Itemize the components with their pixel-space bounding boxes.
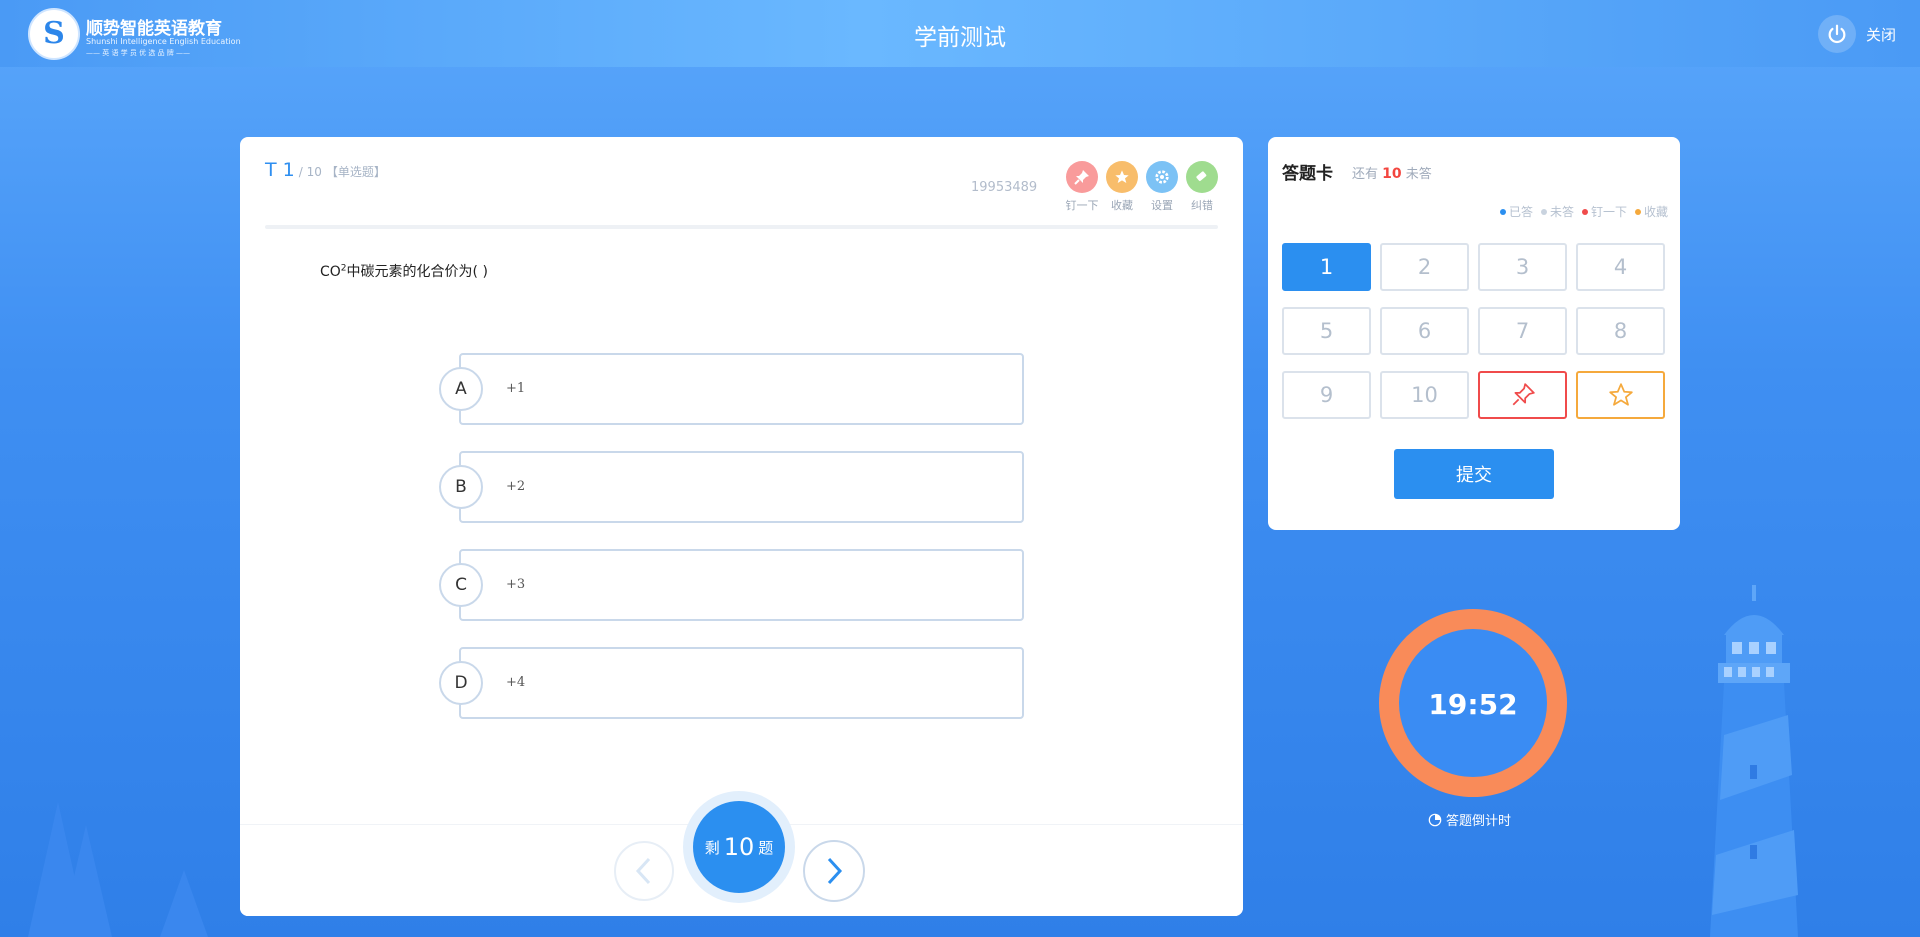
favorite-button[interactable]: 收藏 xyxy=(1102,161,1142,213)
question-cell-8[interactable]: 8 xyxy=(1576,307,1665,355)
answer-legend: 已答 未答 钉一下 收藏 xyxy=(1492,203,1668,220)
option-a[interactable]: A +1 xyxy=(439,353,1024,425)
option-letter: A xyxy=(439,367,483,411)
close-label: 关闭 xyxy=(1865,25,1896,44)
unanswered-count: 还有 10 未答 xyxy=(1352,166,1432,182)
option-text: +3 xyxy=(506,577,526,592)
timer-value: 19:52 xyxy=(1428,688,1518,721)
star-icon xyxy=(1608,383,1633,406)
option-b[interactable]: B +2 xyxy=(439,451,1024,523)
legend-answered: 已答 xyxy=(1499,203,1533,220)
answer-card-title: 答题卡 xyxy=(1282,164,1333,184)
chevron-right-icon xyxy=(827,857,843,885)
remaining-questions-badge: 剩 10 题 xyxy=(693,801,785,893)
question-cell-9[interactable]: 9 xyxy=(1282,371,1371,419)
lighthouse-illustration xyxy=(1710,585,1798,937)
next-question-button[interactable] xyxy=(803,840,865,902)
question-id: 19953489 xyxy=(971,180,1038,195)
question-cell-2[interactable]: 2 xyxy=(1380,243,1469,291)
pin-label: 钉一下 xyxy=(1065,199,1099,212)
option-letter: C xyxy=(439,563,483,607)
previous-question-button[interactable] xyxy=(614,841,674,901)
answer-card: 答题卡 还有 10 未答 已答 未答 钉一下 收藏 1 2 3 4 5 6 7 … xyxy=(1268,137,1680,530)
top-header: S 顺势智能英语教育 Shunshi Intelligence English … xyxy=(0,0,1920,67)
legend-pinned: 钉一下 xyxy=(1581,203,1627,220)
legend-favorited: 收藏 xyxy=(1634,203,1668,220)
question-number: T 1 xyxy=(265,159,295,181)
option-letter: B xyxy=(439,465,483,509)
timer-face: 19:52 xyxy=(1399,629,1547,777)
timer-label: 答题倒计时 xyxy=(1428,810,1511,829)
pin-icon xyxy=(1066,161,1098,193)
pin-button[interactable]: 钉一下 xyxy=(1062,161,1102,213)
option-c[interactable]: C +3 xyxy=(439,549,1024,621)
report-error-button[interactable]: 纠错 xyxy=(1182,161,1222,213)
background-trees xyxy=(28,802,208,937)
star-icon xyxy=(1106,161,1138,193)
question-text: CO2中碳元素的化合价为( ) xyxy=(320,263,488,280)
legend-unanswered: 未答 xyxy=(1540,203,1574,220)
option-box xyxy=(459,549,1024,621)
question-header: T 1/ 10 【单选题】 xyxy=(265,159,386,181)
eraser-icon xyxy=(1186,161,1218,193)
favorite-label: 收藏 xyxy=(1111,199,1133,212)
option-text: +2 xyxy=(506,479,526,494)
option-box xyxy=(459,353,1024,425)
settings-button[interactable]: 设置 xyxy=(1142,161,1182,213)
option-letter: D xyxy=(439,661,483,705)
question-number-grid: 1 2 3 4 5 6 7 8 9 10 xyxy=(1282,243,1665,419)
clock-icon xyxy=(1428,813,1442,826)
question-cell-7[interactable]: 7 xyxy=(1478,307,1567,355)
question-total: / 10 xyxy=(298,165,322,179)
option-box xyxy=(459,451,1024,523)
question-divider xyxy=(265,225,1218,229)
page-title: 学前测试 xyxy=(914,25,1006,51)
chevron-left-icon xyxy=(635,857,651,885)
pinned-filter-button[interactable] xyxy=(1478,371,1567,419)
power-icon xyxy=(1817,15,1856,53)
option-box xyxy=(459,647,1024,719)
favorite-filter-button[interactable] xyxy=(1576,371,1665,419)
question-cell-1[interactable]: 1 xyxy=(1282,243,1371,291)
countdown-timer: 19:52 xyxy=(1379,609,1567,797)
question-cell-3[interactable]: 3 xyxy=(1478,243,1567,291)
gear-icon xyxy=(1146,161,1178,193)
pin-icon xyxy=(1512,383,1535,406)
settings-label: 设置 xyxy=(1151,199,1173,212)
question-cell-5[interactable]: 5 xyxy=(1282,307,1371,355)
close-button[interactable]: 关闭 xyxy=(1817,14,1896,54)
submit-button[interactable]: 提交 xyxy=(1394,449,1554,499)
report-error-label: 纠错 xyxy=(1191,199,1213,212)
option-d[interactable]: D +4 xyxy=(439,647,1024,719)
option-text: +4 xyxy=(506,675,526,690)
question-cell-10[interactable]: 10 xyxy=(1380,371,1469,419)
question-type: 【单选题】 xyxy=(325,165,386,179)
question-toolbar: 钉一下 收藏 设置 纠错 xyxy=(1062,161,1222,213)
option-text: +1 xyxy=(506,381,526,396)
question-cell-6[interactable]: 6 xyxy=(1380,307,1469,355)
question-cell-4[interactable]: 4 xyxy=(1576,243,1665,291)
